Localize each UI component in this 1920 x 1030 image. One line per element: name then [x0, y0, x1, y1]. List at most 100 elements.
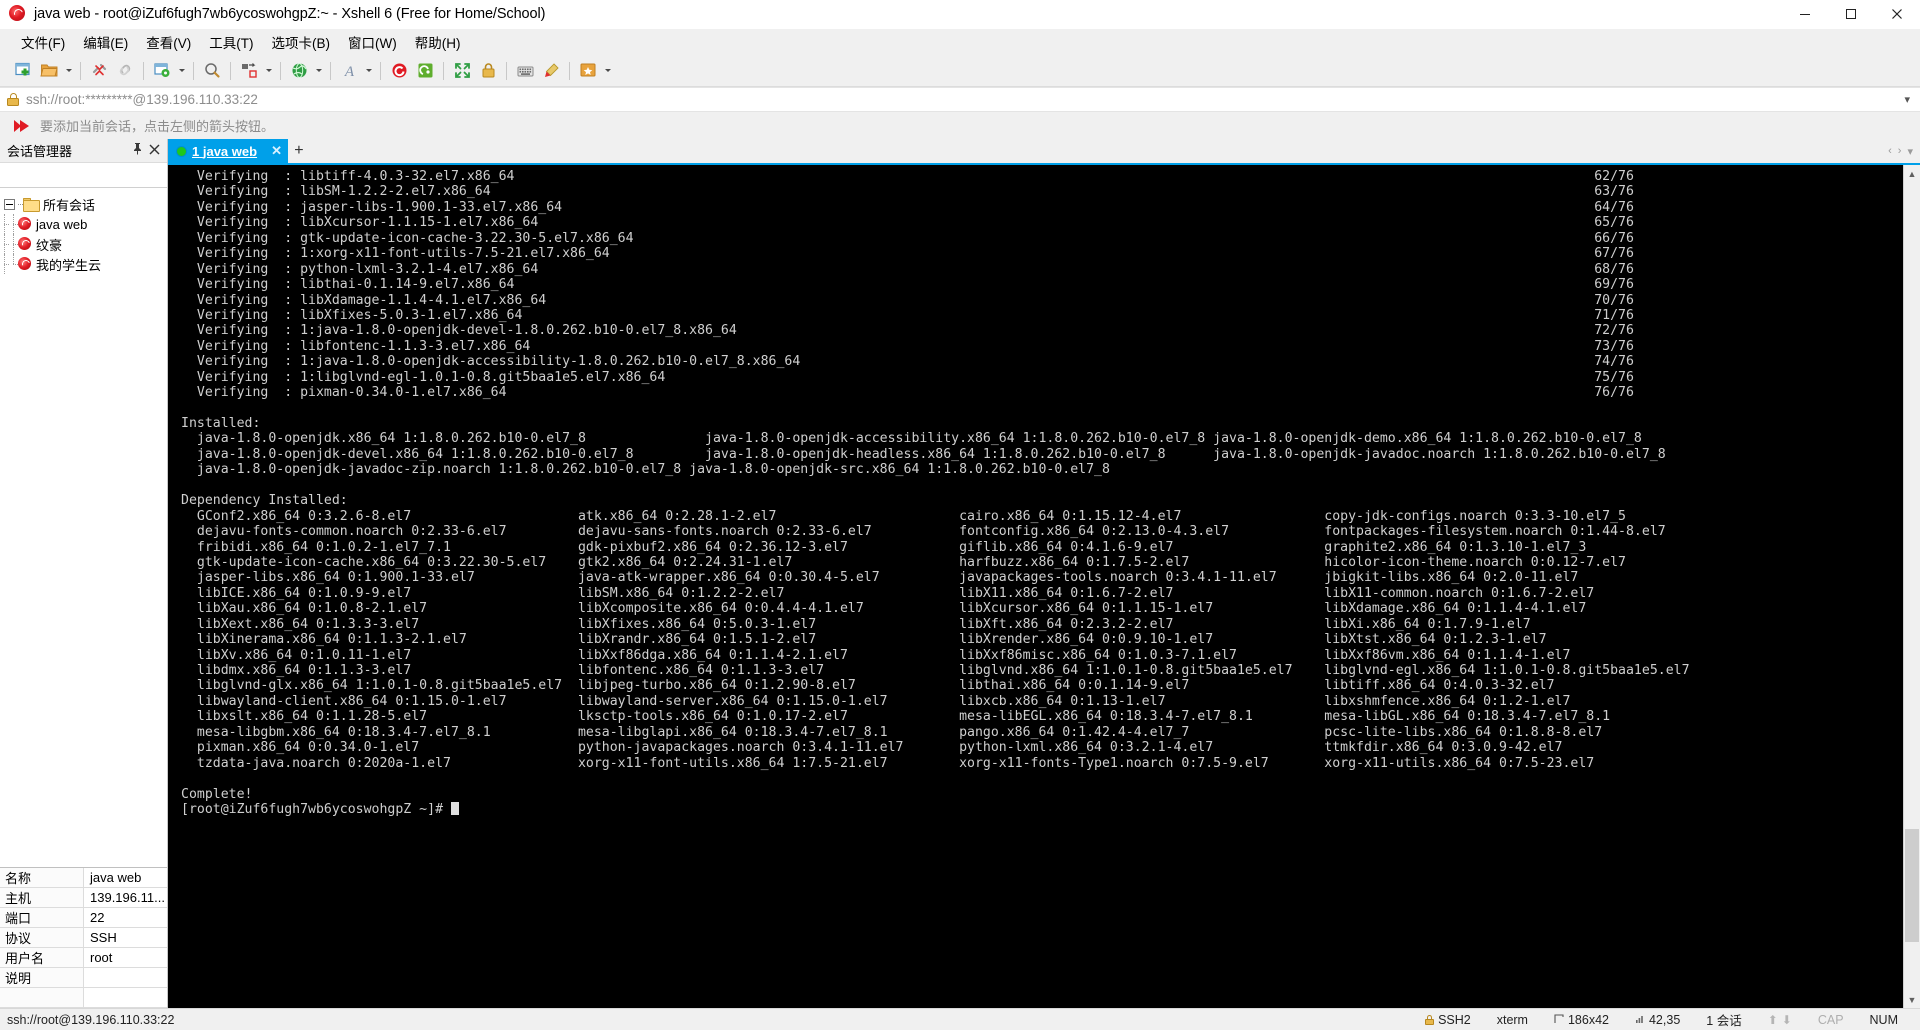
open-folder-icon[interactable]	[36, 58, 62, 84]
pin-icon[interactable]	[132, 142, 143, 160]
search-input[interactable]	[5, 167, 185, 184]
find-icon[interactable]	[199, 58, 225, 84]
globe-dropdown-icon[interactable]	[312, 58, 325, 84]
highlight-icon[interactable]	[538, 58, 564, 84]
menu-tools[interactable]: 工具(T)	[200, 29, 262, 55]
session-icon	[18, 257, 32, 271]
terminal-line: Verifying : libXdamage-1.1.4-4.1.el7.x86…	[181, 293, 1903, 308]
prop-key	[0, 988, 84, 1007]
window-title: java web - root@iZuf6fugh7wb6ycoswohgpZ:…	[34, 6, 545, 22]
addon-dropdown-icon[interactable]	[601, 58, 614, 84]
terminal-line: java-1.8.0-openjdk-javadoc-zip.noarch 1:…	[181, 462, 1903, 477]
terminal-line: Verifying : gtk-update-icon-cache-3.22.3…	[181, 231, 1903, 246]
scrollbar-track[interactable]	[1904, 182, 1920, 991]
terminal-prompt-line: [root@iZuf6fugh7wb6ycoswohgpZ ~]#	[181, 802, 1903, 817]
terminal-line: libXau.x86_64 0:1.0.8-2.1.el7 libXcompos…	[181, 601, 1903, 616]
chevron-down-icon[interactable]: ▾	[1904, 93, 1910, 106]
menu-window[interactable]: 窗口(W)	[339, 29, 406, 55]
status-bar: ssh://root@139.196.110.33:22 SSH2 xterm …	[0, 1008, 1920, 1030]
addon-icon[interactable]	[575, 58, 601, 84]
lock-icon[interactable]	[475, 58, 501, 84]
terminal-line: libdmx.x86_64 0:1.1.3-3.el7 libfontenc.x…	[181, 663, 1903, 678]
sidebar-item-student-cloud[interactable]: 我的学生云	[0, 254, 167, 274]
menu-edit[interactable]: 编辑(E)	[74, 29, 137, 55]
transfer-dropdown-icon[interactable]	[262, 58, 275, 84]
session-properties-dropdown-icon[interactable]	[175, 58, 188, 84]
lock-icon	[7, 93, 19, 106]
sidebar-item-java-web[interactable]: java web	[0, 214, 167, 234]
status-protocol: SSH2	[1412, 1013, 1484, 1027]
close-icon[interactable]	[149, 142, 160, 160]
terminal-line: Verifying : python-lxml-3.2.1-4.el7.x86_…	[181, 262, 1903, 277]
terminal-scrollbar[interactable]: ▲ ▼	[1903, 165, 1920, 1008]
tab-menu-button[interactable]: ▾	[1905, 145, 1915, 158]
tree-node-all-sessions[interactable]: 所有会话	[0, 194, 167, 214]
open-folder-dropdown-icon[interactable]	[62, 58, 75, 84]
session-manager-panel: 会话管理器	[0, 139, 168, 1008]
tree-node-label: 所有会话	[43, 195, 95, 214]
terminal-line: libXext.x86_64 0:1.3.3-3.el7 libXfixes.x…	[181, 617, 1903, 632]
terminal-line: Verifying : libSM-1.2.2-2.el7.x86_64 63/…	[181, 184, 1903, 199]
terminal-line: jasper-libs.x86_64 0:1.900.1-33.el7 java…	[181, 570, 1903, 585]
prop-key: 协议	[0, 928, 84, 947]
scrollbar-thumb[interactable]	[1905, 829, 1919, 942]
menu-tab[interactable]: 选项卡(B)	[263, 29, 340, 55]
main-area: 会话管理器	[0, 139, 1920, 1008]
fullscreen-icon[interactable]	[449, 58, 475, 84]
sidebar-item-wenhao[interactable]: 纹豪	[0, 234, 167, 254]
terminal-line: fribidi.x86_64 0:1.0.2-1.el7_7.1 gdk-pix…	[181, 540, 1903, 555]
red-arrow-icon	[12, 118, 32, 134]
xftp-icon[interactable]	[412, 58, 438, 84]
connected-status-icon	[177, 147, 186, 156]
toolbar-separator	[143, 62, 144, 80]
tab-java-web[interactable]: 1 java web ✕	[168, 139, 288, 163]
collapse-icon[interactable]	[4, 199, 15, 210]
close-button[interactable]	[1874, 0, 1920, 29]
tab-close-icon[interactable]: ✕	[263, 143, 282, 159]
tree-guide	[0, 254, 9, 274]
maximize-button[interactable]	[1828, 0, 1874, 29]
lock-icon	[1425, 1015, 1434, 1025]
terminal-line: libICE.x86_64 0:1.0.9-9.el7 libSM.x86_64…	[181, 586, 1903, 601]
address-bar[interactable]: ssh://root:*********@139.196.110.33:22 ▾	[0, 87, 1920, 112]
globe-icon[interactable]	[286, 58, 312, 84]
font-dropdown-icon[interactable]	[362, 58, 375, 84]
new-tab-button[interactable]: +	[288, 139, 310, 163]
prop-value	[84, 988, 167, 1007]
tab-prev-button[interactable]: ‹	[1886, 145, 1894, 157]
keyboard-icon[interactable]	[512, 58, 538, 84]
menu-file[interactable]: 文件(F)	[12, 29, 74, 55]
terminal-column: 1 java web ✕ + ‹ › ▾ Verifying : libtiff…	[168, 139, 1920, 1008]
terminal-line: Verifying : libtiff-4.0.3-32.el7.x86_64 …	[181, 169, 1903, 184]
session-properties-icon[interactable]	[149, 58, 175, 84]
terminal-line: dejavu-fonts-common.noarch 0:2.33-6.el7 …	[181, 524, 1903, 539]
menu-help[interactable]: 帮助(H)	[406, 29, 470, 55]
terminal-line: GConf2.x86_64 0:3.2.6-8.el7 atk.x86_64 0…	[181, 509, 1903, 524]
minimize-button[interactable]	[1782, 0, 1828, 29]
terminal-line: gtk-update-icon-cache.x86_64 0:3.22.30-5…	[181, 555, 1903, 570]
resize-icon	[1554, 1013, 1564, 1027]
session-search-box[interactable]	[0, 163, 167, 188]
status-cap: CAP	[1805, 1013, 1857, 1027]
tree-guide	[9, 254, 18, 274]
status-num: NUM	[1857, 1013, 1911, 1027]
menu-view[interactable]: 查看(V)	[137, 29, 200, 55]
address-value[interactable]: ssh://root:*********@139.196.110.33:22	[26, 92, 258, 107]
prop-key: 说明	[0, 968, 84, 987]
prop-key: 主机	[0, 888, 84, 907]
scroll-down-arrow-icon[interactable]: ▼	[1904, 991, 1920, 1008]
terminal-line: Verifying : libfontenc-1.1.3-3.el7.x86_6…	[181, 339, 1903, 354]
tree-guide	[0, 214, 9, 234]
link-icon[interactable]	[112, 58, 138, 84]
new-session-icon[interactable]	[10, 58, 36, 84]
terminal-line: Verifying : 1:xorg-x11-font-utils-7.5-21…	[181, 246, 1903, 261]
disconnect-icon[interactable]	[86, 58, 112, 84]
font-icon[interactable]: A	[336, 58, 362, 84]
scroll-up-arrow-icon[interactable]: ▲	[1904, 165, 1920, 182]
toolbar-separator	[280, 62, 281, 80]
xshell-icon[interactable]	[386, 58, 412, 84]
tab-next-button[interactable]: ›	[1896, 145, 1904, 157]
terminal-output[interactable]: Verifying : libtiff-4.0.3-32.el7.x86_64 …	[168, 165, 1903, 1008]
transfer-icon[interactable]	[236, 58, 262, 84]
arrow-down-icon: ⬇	[1782, 1013, 1792, 1027]
